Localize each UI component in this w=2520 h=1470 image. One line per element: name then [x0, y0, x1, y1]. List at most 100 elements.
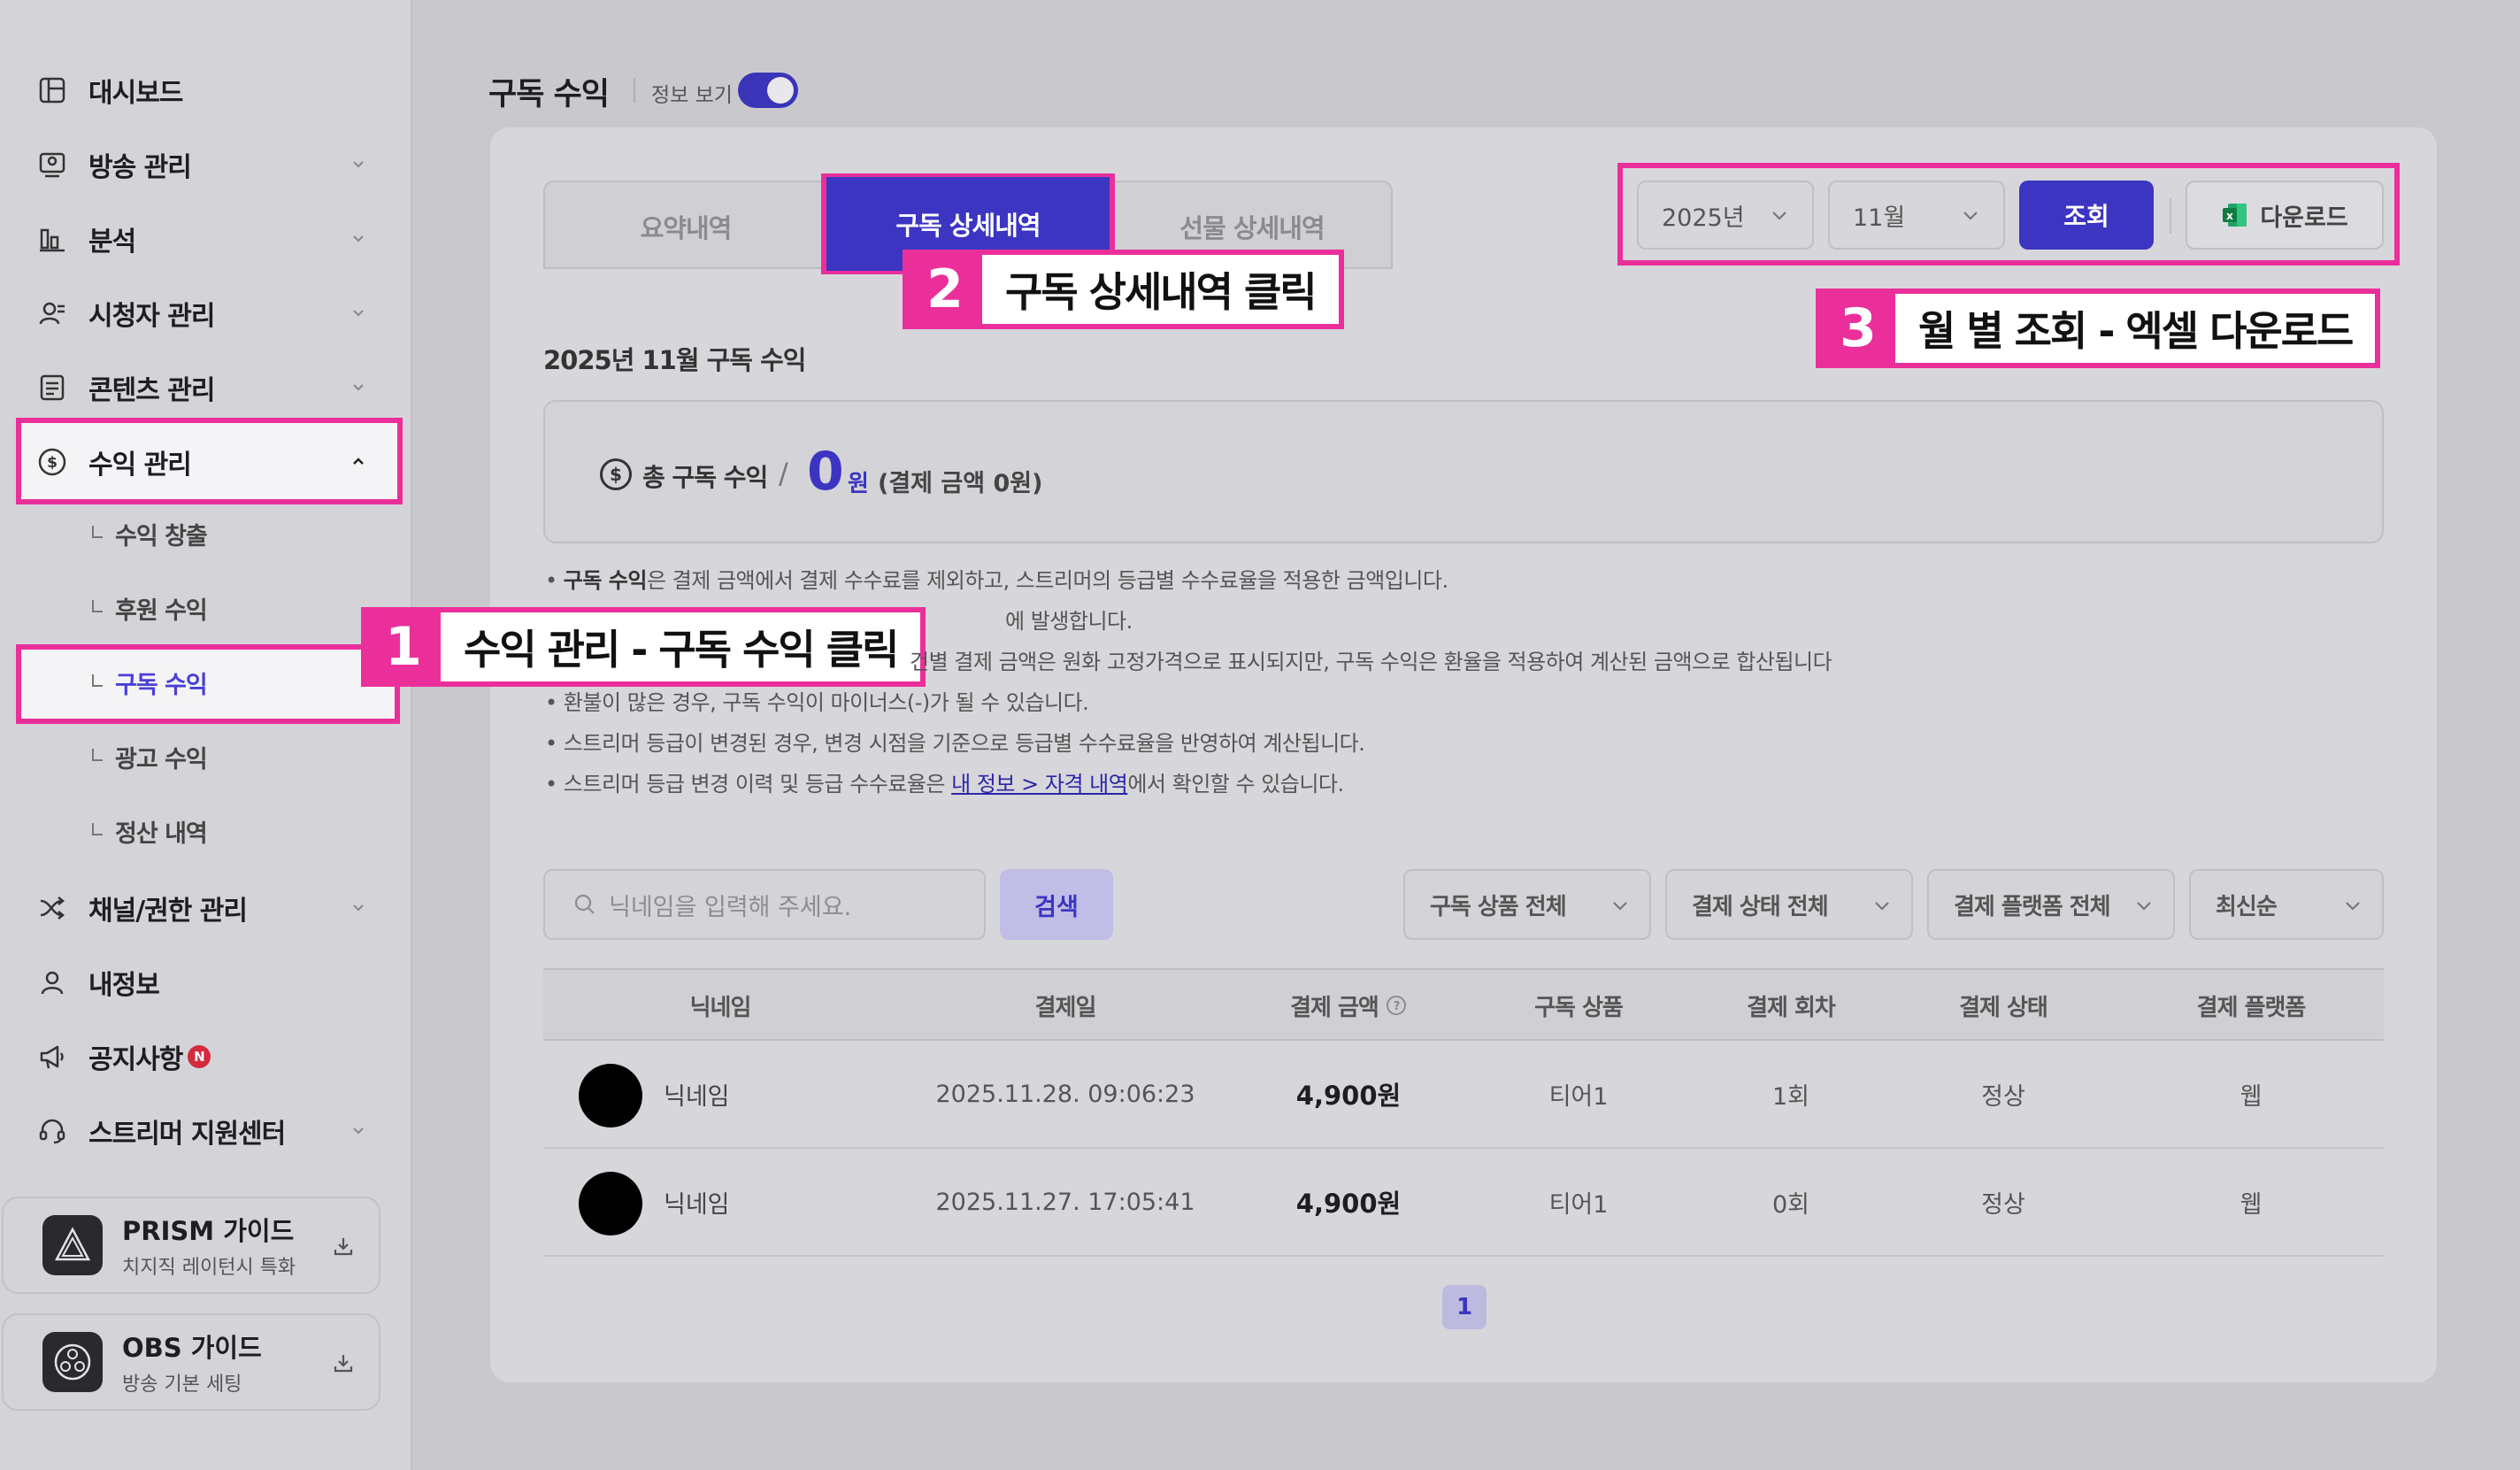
filter-label: 구독 상품 전체 — [1430, 893, 1567, 920]
sidebar-item-label: 수익 관리 — [88, 450, 192, 481]
sidebar-item-label: 채널/권한 관리 — [88, 896, 248, 927]
note-text: 에서 확인할 수 있습니다. — [1127, 772, 1344, 797]
prism-guide-card[interactable]: PRISM 가이드 치지직 레이턴시 특화 — [2, 1197, 380, 1294]
note-text: 환불이 많은 경우, 구독 수익이 마이너스(-)가 될 수 있습니다. — [563, 690, 1089, 715]
sidebar-item-notice[interactable]: 공지사항 N — [35, 1030, 372, 1083]
megaphone-icon — [35, 1040, 69, 1074]
toggle-knob — [767, 77, 794, 104]
callout-number: 1 — [366, 612, 441, 681]
callout-text: 수익 관리 - 구독 수익 클릭 — [441, 612, 921, 681]
cell-product: 티어1 — [1548, 1190, 1609, 1219]
shuffle-icon — [35, 891, 69, 925]
sidebar-item-dashboard[interactable]: 대시보드 — [35, 64, 372, 117]
note-item: • 스트리머 등급이 변경된 경우, 변경 시점을 기준으로 등급별 수수료율을… — [545, 731, 1365, 756]
month-select[interactable]: 11월 — [1828, 181, 2005, 250]
column-header: 결제 금액 ? — [1216, 970, 1481, 1041]
chevron-down-icon — [345, 894, 372, 920]
cell-amount: 4,900원 — [1295, 1189, 1402, 1219]
cell-platform: 웹 — [2240, 1082, 2263, 1111]
table-row: 닉네임 2025.11.27. 17:05:41 4,900원 티어1 0회 정… — [543, 1149, 2384, 1257]
chevron-down-icon — [2132, 894, 2155, 923]
filter-product[interactable]: 구독 상품 전체 — [1403, 869, 1651, 940]
year-select[interactable]: 2025년 — [1637, 181, 1814, 250]
filter-payment-platform[interactable]: 결제 플랫폼 전체 — [1927, 869, 2175, 940]
qualification-history-link[interactable]: 내 정보 > 자격 내역 — [951, 772, 1128, 797]
sidebar-item-analytics[interactable]: 분석 — [35, 212, 372, 266]
column-header: 닉네임 — [689, 994, 752, 1021]
avatar — [579, 1172, 642, 1235]
table-header: 닉네임 결제일 결제 금액 ? 구독 상품 결제 회차 결제 상태 결제 플랫폼 — [543, 968, 2384, 1041]
svg-text:x: x — [2226, 210, 2233, 222]
chevron-down-icon — [345, 225, 372, 251]
tab-summary[interactable]: 요약내역 — [545, 182, 826, 271]
download-label: 다운로드 — [2260, 204, 2348, 232]
sidebar-item-content[interactable]: 콘텐츠 관리 — [35, 361, 372, 414]
info-toggle[interactable] — [738, 73, 798, 108]
sidebar-subitem-donation[interactable]: 후원 수익 — [92, 586, 208, 630]
sidebar-subitem-ads[interactable]: 광고 수익 — [92, 735, 208, 779]
chevron-up-icon — [345, 448, 372, 474]
sidebar-item-viewers[interactable]: 시청자 관리 — [35, 287, 372, 340]
new-badge: N — [188, 1045, 211, 1068]
note-text: 스트리머 등급이 변경된 경우, 변경 시점을 기준으로 등급별 수수료율을 반… — [563, 731, 1365, 756]
cell-date: 2025.11.28. 09:06:23 — [935, 1080, 1195, 1108]
cell-product: 티어1 — [1548, 1082, 1609, 1111]
column-header: 결제 상태 — [1959, 994, 2048, 1021]
excel-download-button[interactable]: x 다운로드 — [2186, 181, 2384, 250]
guide-title: PRISM 가이드 — [122, 1216, 295, 1246]
section-title: 2025년 11월 구독 수익 — [543, 345, 806, 375]
cell-count: 0회 — [1771, 1190, 1810, 1219]
cell-status: 정상 — [1981, 1082, 2025, 1111]
chevron-down-icon — [1959, 204, 1982, 233]
sidebar-item-myinfo[interactable]: 내정보 — [35, 956, 372, 1009]
query-button[interactable]: 조회 — [2019, 181, 2154, 250]
cell-status: 정상 — [1981, 1190, 2025, 1219]
summary-unit: 원 — [848, 471, 869, 497]
summary-box: $ 총 구독 수익 / 0 원 (결제 금액 0원) — [543, 400, 2384, 543]
sidebar-subitem-subscription[interactable]: 구독 수익 — [92, 660, 208, 704]
sidebar-subitem-label: 후원 수익 — [115, 596, 208, 625]
svg-text:?: ? — [1394, 1000, 1400, 1013]
chevron-down-icon — [345, 373, 372, 400]
column-header: 결제 회차 — [1747, 994, 1836, 1021]
chevron-down-icon — [2341, 894, 2364, 923]
search-input[interactable]: 닉네임을 입력해 주세요. — [543, 869, 986, 940]
note-item: 에 발생합니다. — [1005, 604, 1133, 635]
month-select-value: 11월 — [1853, 204, 1906, 232]
note-item: 건별 결제 금액은 원화 고정가격으로 표시되지만, 구독 수익은 환율을 적용… — [910, 644, 1832, 675]
search-button[interactable]: 검색 — [1000, 869, 1113, 940]
pagination-page[interactable]: 1 — [1442, 1285, 1487, 1329]
sidebar-subitem-monetization[interactable]: 수익 창출 — [92, 512, 208, 556]
note-item: • 구독 수익은 결제 금액에서 결제 수수료를 제외하고, 스트리머의 등급별… — [545, 568, 1448, 593]
guide-subtitle: 치지직 레이턴시 특화 — [122, 1257, 296, 1279]
filter-payment-status[interactable]: 결제 상태 전체 — [1665, 869, 1913, 940]
summary-value: 0 — [807, 441, 844, 503]
sidebar-subitem-label: 광고 수익 — [115, 745, 208, 773]
svg-text:$: $ — [47, 454, 58, 472]
column-header: 결제 플랫폼 — [2196, 994, 2307, 1021]
note-bold: 구독 수익 — [563, 568, 648, 593]
filter-sort[interactable]: 최신순 — [2189, 869, 2384, 940]
column-header-label: 결제 금액 — [1290, 994, 1379, 1021]
note-item: • 환불이 많은 경우, 구독 수익이 마이너스(-)가 될 수 있습니다. — [545, 690, 1089, 715]
download-icon[interactable] — [331, 1234, 356, 1258]
callout-1: 1 수익 관리 - 구독 수익 클릭 — [361, 607, 926, 687]
sidebar-item-broadcast[interactable]: 방송 관리 — [35, 138, 372, 191]
sidebar-subitem-settlement[interactable]: 정산 내역 — [92, 809, 208, 853]
sidebar-subitem-label: 수익 창출 — [115, 522, 208, 550]
year-select-value: 2025년 — [1662, 204, 1745, 232]
sidebar-item-revenue[interactable]: $ 수익 관리 — [35, 435, 372, 489]
sidebar-subitem-label: 구독 수익 — [115, 671, 208, 699]
sidebar: 대시보드 방송 관리 분석 시청자 관리 콘텐츠 관리 $ 수익 관리 수익 창… — [0, 0, 412, 1470]
chevron-down-icon — [345, 1117, 372, 1143]
obs-guide-card[interactable]: OBS 가이드 방송 기본 세팅 — [2, 1313, 380, 1411]
cell-platform: 웹 — [2240, 1190, 2263, 1219]
sidebar-item-channel[interactable]: 채널/권한 관리 — [35, 881, 372, 935]
broadcast-icon — [35, 148, 69, 181]
help-icon[interactable]: ? — [1386, 995, 1407, 1016]
sidebar-item-support[interactable]: 스트리머 지원센터 — [35, 1104, 372, 1158]
dashboard-icon — [35, 73, 69, 107]
download-icon[interactable] — [331, 1351, 356, 1375]
user-icon — [35, 966, 69, 999]
summary-label: 총 구독 수익 — [642, 463, 768, 492]
